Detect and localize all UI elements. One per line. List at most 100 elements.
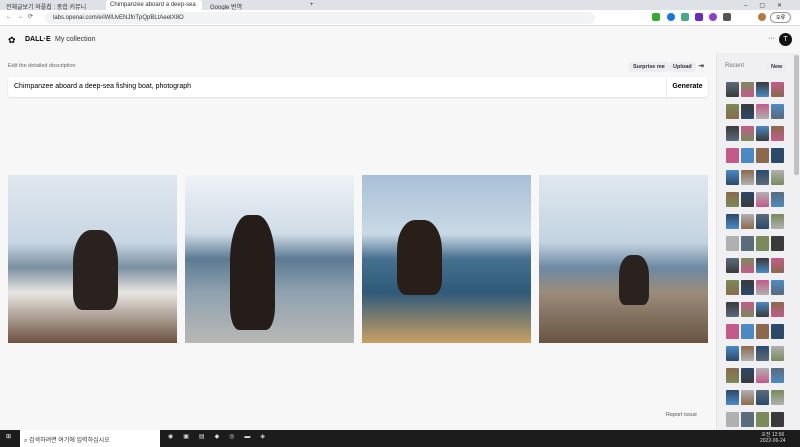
- recent-thumbnail[interactable]: [726, 170, 739, 185]
- recent-thumbnail[interactable]: [756, 302, 769, 317]
- recent-thumbnail[interactable]: [741, 104, 754, 119]
- tab-google-translate[interactable]: Google 번역: [206, 0, 302, 10]
- my-collection-link[interactable]: My collection: [55, 36, 95, 43]
- recent-thumbnail[interactable]: [771, 280, 784, 295]
- nav-buttons[interactable]: ←→⟳: [6, 13, 38, 20]
- recent-thumbnail[interactable]: [756, 368, 769, 383]
- prompt-input[interactable]: Chimpanzee aboard a deep-sea fishing boa…: [14, 83, 191, 90]
- recent-thumbnail[interactable]: [726, 192, 739, 207]
- recent-thumbnail[interactable]: [741, 192, 754, 207]
- recent-thumbnail[interactable]: [741, 390, 754, 405]
- recent-thumbnail[interactable]: [726, 302, 739, 317]
- recent-thumbnail[interactable]: [741, 214, 754, 229]
- recent-thumbnail[interactable]: [726, 280, 739, 295]
- recent-thumbnail[interactable]: [741, 258, 754, 273]
- new-tab-button[interactable]: +: [306, 0, 318, 10]
- recent-thumbnail[interactable]: [771, 192, 784, 207]
- recent-thumbnail[interactable]: [756, 214, 769, 229]
- taskbar-apps[interactable]: ◉▣▤◆◎▬◈: [168, 433, 275, 440]
- windows-start-icon[interactable]: ⊞: [6, 433, 11, 440]
- recent-thumbnail[interactable]: [771, 302, 784, 317]
- extension-icon[interactable]: [652, 13, 660, 21]
- result-image-4[interactable]: [539, 175, 708, 343]
- extension-icon[interactable]: [695, 13, 703, 21]
- recent-thumbnail[interactable]: [756, 192, 769, 207]
- recent-thumbnail[interactable]: [771, 236, 784, 251]
- recent-thumbnail[interactable]: [726, 104, 739, 119]
- recent-thumbnail[interactable]: [756, 126, 769, 141]
- profile-error-button[interactable]: 오류: [770, 12, 792, 23]
- recent-thumbnail[interactable]: [756, 324, 769, 339]
- recent-thumbnail[interactable]: [726, 236, 739, 251]
- recent-thumbnail[interactable]: [756, 258, 769, 273]
- recent-thumbnail[interactable]: [771, 126, 784, 141]
- recent-thumbnail[interactable]: [756, 104, 769, 119]
- recent-thumbnail[interactable]: [741, 280, 754, 295]
- recent-thumbnail[interactable]: [741, 302, 754, 317]
- recent-thumbnail[interactable]: [756, 236, 769, 251]
- openai-logo-icon[interactable]: ✿: [8, 35, 16, 46]
- recent-thumbnail[interactable]: [726, 390, 739, 405]
- window-controls[interactable]: –▢✕: [740, 0, 798, 10]
- recent-thumbnail[interactable]: [726, 368, 739, 383]
- recent-thumbnail[interactable]: [771, 324, 784, 339]
- recent-thumbnail[interactable]: [771, 170, 784, 185]
- upload-button[interactable]: Upload: [669, 62, 696, 72]
- recent-thumbnail[interactable]: [771, 148, 784, 163]
- more-icon[interactable]: ···: [768, 35, 775, 42]
- recent-thumbnail[interactable]: [771, 368, 784, 383]
- recent-thumbnail[interactable]: [726, 412, 739, 427]
- recent-thumbnail[interactable]: [756, 170, 769, 185]
- recent-thumbnail[interactable]: [741, 170, 754, 185]
- recent-thumbnail[interactable]: [741, 412, 754, 427]
- extension-icon[interactable]: [709, 13, 717, 21]
- url-input[interactable]: labs.openai.com/e/iWlUvENJfnTpQpBLtAeetX…: [45, 12, 595, 24]
- collapse-sidebar-icon[interactable]: ⇥: [698, 62, 704, 70]
- result-image-3[interactable]: [362, 175, 531, 343]
- recent-thumbnail[interactable]: [771, 412, 784, 427]
- recent-thumbnail[interactable]: [771, 346, 784, 361]
- recent-thumbnail[interactable]: [726, 126, 739, 141]
- profile-avatar[interactable]: [758, 13, 766, 21]
- recent-thumbnail[interactable]: [771, 258, 784, 273]
- avatar[interactable]: T: [779, 33, 792, 46]
- recent-thumbnail[interactable]: [771, 104, 784, 119]
- recent-thumbnail[interactable]: [726, 324, 739, 339]
- recent-thumbnail[interactable]: [756, 280, 769, 295]
- result-image-1[interactable]: [8, 175, 177, 343]
- report-issue-link[interactable]: Report issue: [666, 412, 697, 418]
- recent-thumbnail[interactable]: [726, 346, 739, 361]
- extension-icon[interactable]: [681, 13, 689, 21]
- result-image-2[interactable]: [185, 175, 354, 343]
- tab-waffle[interactable]: 전체글보기 와플칩 : 종합 커뮤니: [2, 0, 102, 10]
- extension-icon[interactable]: [667, 13, 675, 21]
- recent-thumbnail[interactable]: [756, 148, 769, 163]
- taskbar-search[interactable]: ⌕ 검색하려면 여기에 입력하십시오: [20, 430, 160, 447]
- clock[interactable]: 오전 12:56 2022-06-24: [760, 431, 786, 444]
- recent-thumbnail[interactable]: [756, 82, 769, 97]
- recent-thumbnail[interactable]: [741, 236, 754, 251]
- recent-thumbnail[interactable]: [756, 390, 769, 405]
- tab-dalle[interactable]: Chimpanzee aboard a deep-sea: [106, 0, 202, 10]
- recent-thumbnail[interactable]: [726, 82, 739, 97]
- recent-thumbnail[interactable]: [756, 412, 769, 427]
- recent-thumbnail[interactable]: [771, 82, 784, 97]
- recent-thumbnail[interactable]: [741, 82, 754, 97]
- recent-thumbnail[interactable]: [741, 324, 754, 339]
- recent-thumbnail[interactable]: [741, 368, 754, 383]
- scrollbar[interactable]: [794, 55, 799, 175]
- recent-thumbnail[interactable]: [756, 346, 769, 361]
- recent-thumbnail[interactable]: [741, 126, 754, 141]
- recent-thumbnail[interactable]: [741, 346, 754, 361]
- generate-button[interactable]: Generate: [666, 77, 708, 97]
- recent-thumbnail[interactable]: [771, 390, 784, 405]
- recent-thumbnail[interactable]: [741, 148, 754, 163]
- surprise-me-button[interactable]: Surprise me: [629, 62, 669, 72]
- recent-thumbnail[interactable]: [726, 148, 739, 163]
- brand-link[interactable]: DALL·E: [25, 36, 51, 43]
- extension-icon[interactable]: [723, 13, 731, 21]
- recent-thumbnail[interactable]: [726, 214, 739, 229]
- recent-thumbnail[interactable]: [726, 258, 739, 273]
- new-button[interactable]: New: [767, 62, 787, 72]
- recent-thumbnail[interactable]: [771, 214, 784, 229]
